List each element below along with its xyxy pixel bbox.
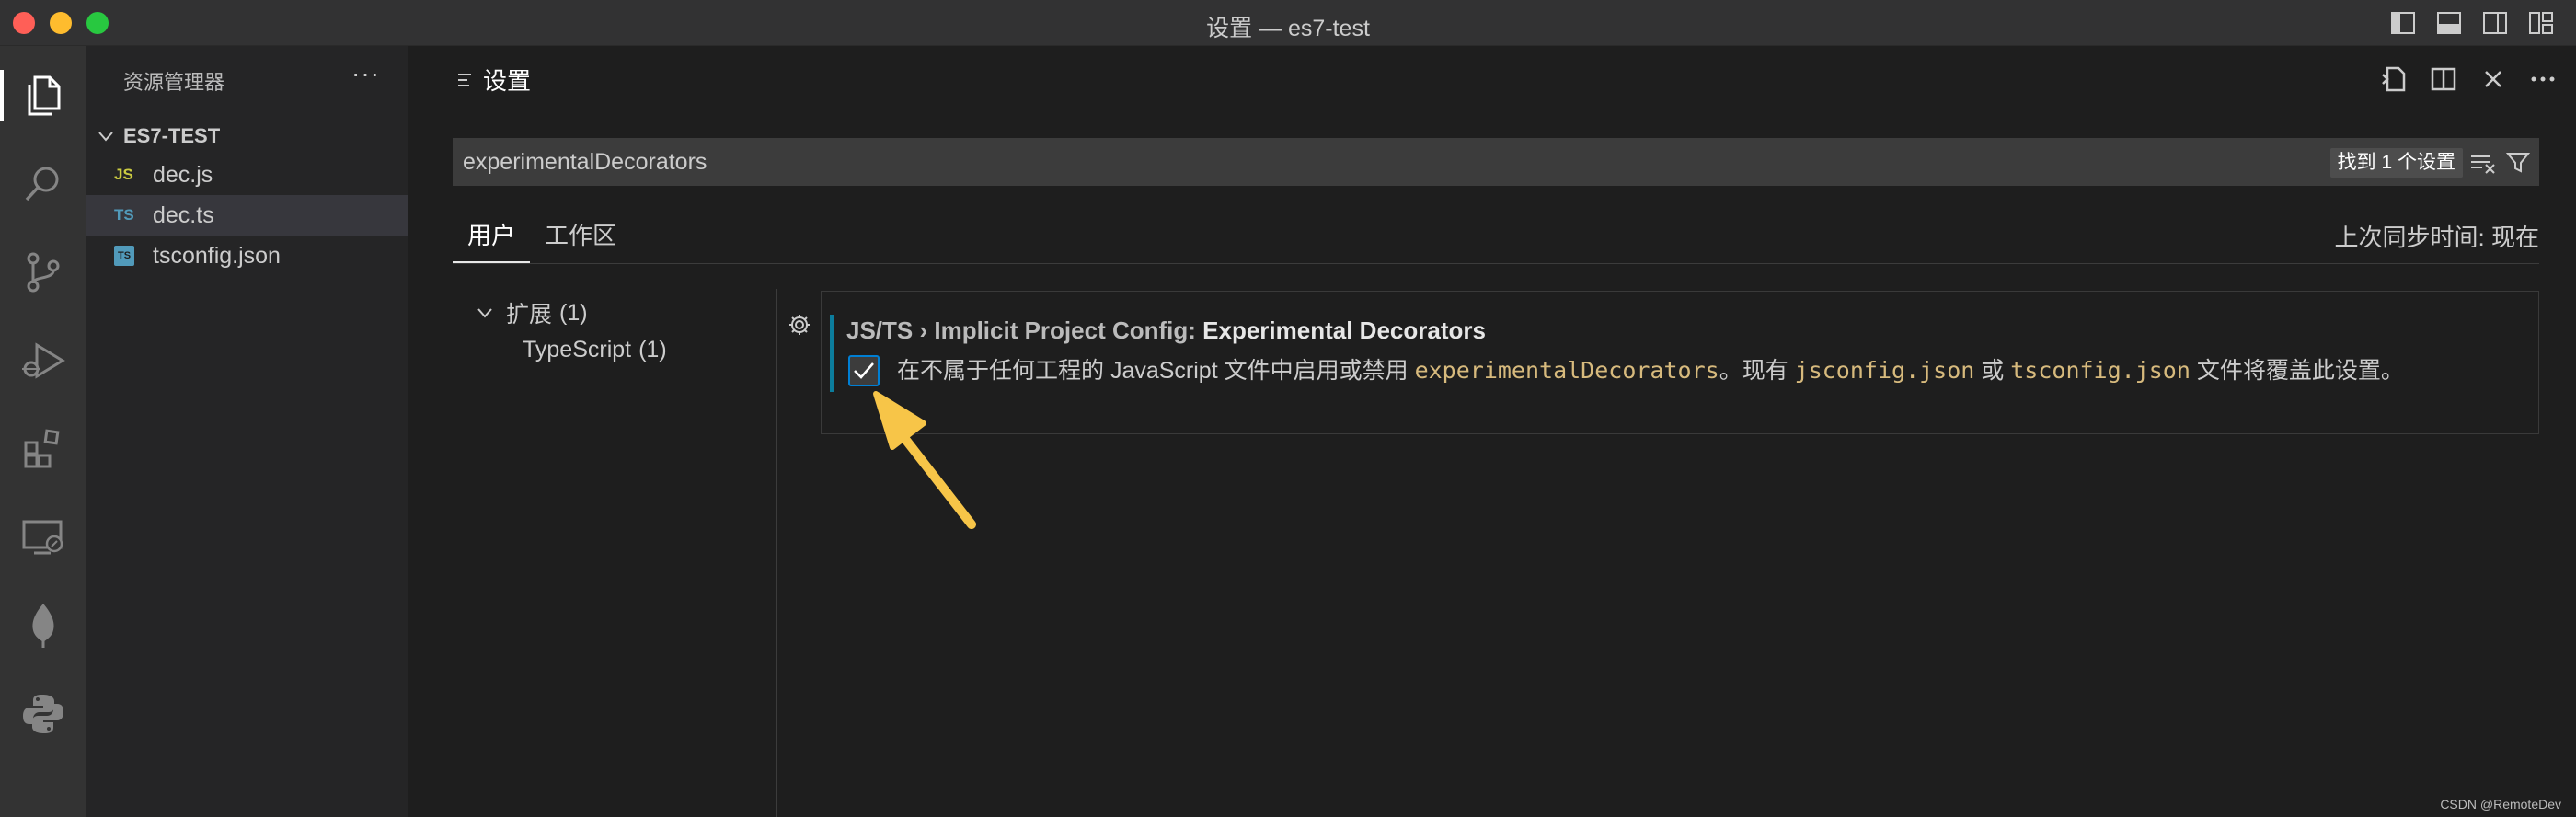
mongodb-icon[interactable] bbox=[0, 587, 86, 664]
editor-header: 设置 bbox=[408, 46, 2576, 116]
setting-description: 在不属于任何工程的 JavaScript 文件中启用或禁用 experiment… bbox=[897, 355, 2404, 386]
chevron-down-icon bbox=[98, 132, 113, 142]
tab-user[interactable]: 用户 bbox=[467, 217, 515, 251]
tab-settings-label: 设置 bbox=[483, 67, 532, 95]
file-name: dec.js bbox=[153, 161, 213, 188]
experimental-decorators-checkbox[interactable] bbox=[848, 355, 880, 386]
toc-typescript-label: TypeScript bbox=[523, 337, 632, 362]
typescript-file-icon: TS bbox=[114, 206, 134, 224]
more-actions-icon[interactable] bbox=[2528, 64, 2558, 94]
toggle-primary-sidebar-icon[interactable] bbox=[2388, 9, 2418, 37]
file-name: dec.ts bbox=[153, 201, 214, 228]
tab-settings[interactable]: 设置 bbox=[457, 63, 531, 97]
title-bar: 设置 — es7-test bbox=[0, 0, 2576, 46]
editor-actions bbox=[2379, 64, 2558, 94]
remote-explorer-icon[interactable] bbox=[0, 499, 86, 576]
clear-search-icon[interactable] bbox=[2468, 148, 2498, 178]
open-settings-json-icon[interactable] bbox=[2379, 64, 2409, 94]
setting-category: JS/TS › Implicit Project Config: bbox=[846, 316, 1203, 344]
annotation-arrow bbox=[873, 391, 976, 529]
folder-label: ES7-TEST bbox=[123, 124, 221, 147]
gear-icon[interactable] bbox=[788, 313, 811, 337]
tab-divider bbox=[453, 263, 2539, 264]
toc-extensions-count: (1) bbox=[559, 299, 588, 326]
sync-status: 上次同步时间: 现在 bbox=[2334, 224, 2539, 251]
explorer-more-actions-icon[interactable]: ··· bbox=[351, 59, 380, 88]
folder-es7-test[interactable]: ES7-TEST bbox=[96, 118, 220, 155]
setting-key: Experimental Decorators bbox=[1202, 316, 1486, 344]
file-dec-js[interactable]: JS dec.js bbox=[86, 155, 408, 195]
settings-search-input[interactable] bbox=[463, 139, 1843, 185]
settings-search-box: 找到 1 个设置 bbox=[453, 138, 2539, 186]
window-title: 设置 — es7-test bbox=[1206, 16, 1370, 41]
file-tsconfig-json[interactable]: TS tsconfig.json bbox=[86, 236, 408, 276]
activity-bar bbox=[0, 46, 86, 817]
watermark: CSDN @RemoteDev bbox=[2440, 797, 2561, 811]
layout-controls bbox=[2388, 9, 2556, 37]
toc-extensions[interactable]: 扩展 (1) bbox=[475, 296, 588, 329]
toc-separator bbox=[776, 289, 777, 817]
desc-text: 文件将覆盖此设置。 bbox=[2190, 358, 2404, 384]
toggle-panel-icon[interactable] bbox=[2434, 9, 2464, 37]
explorer-header: 资源管理器 bbox=[123, 71, 225, 94]
customize-layout-icon[interactable] bbox=[2526, 9, 2556, 37]
extensions-icon[interactable] bbox=[0, 410, 86, 488]
toc-typescript-count: (1) bbox=[638, 337, 667, 362]
desc-text: 或 bbox=[1974, 358, 2011, 384]
file-dec-ts[interactable]: TS dec.ts bbox=[86, 195, 408, 236]
setting-title: JS/TS › Implicit Project Config: Experim… bbox=[846, 316, 1486, 345]
python-icon[interactable] bbox=[0, 675, 86, 753]
modified-indicator bbox=[830, 315, 834, 392]
run-debug-icon[interactable] bbox=[0, 322, 86, 399]
code-experimental-decorators: experimentalDecorators bbox=[1414, 357, 1719, 384]
search-icon[interactable] bbox=[0, 145, 86, 223]
tab-workspace[interactable]: 工作区 bbox=[545, 217, 616, 251]
toc-typescript[interactable]: TypeScript (1) bbox=[523, 337, 667, 363]
desc-text: 。现有 bbox=[1719, 358, 1795, 384]
check-icon bbox=[854, 362, 874, 379]
desc-text: 在不属于任何工程的 JavaScript 文件中启用或禁用 bbox=[897, 358, 1415, 384]
filter-icon[interactable] bbox=[2503, 148, 2533, 178]
close-icon[interactable] bbox=[2478, 64, 2508, 94]
toc-extensions-label: 扩展 bbox=[506, 302, 553, 328]
source-control-icon[interactable] bbox=[0, 234, 86, 311]
files-icon[interactable] bbox=[0, 57, 86, 134]
chevron-down-icon bbox=[477, 308, 492, 318]
javascript-file-icon: JS bbox=[114, 166, 133, 183]
tsconfig-file-icon: TS bbox=[114, 246, 134, 266]
toggle-secondary-sidebar-icon[interactable] bbox=[2480, 9, 2510, 37]
code-tsconfig: tsconfig.json bbox=[2010, 357, 2191, 384]
file-name: tsconfig.json bbox=[153, 242, 281, 269]
settings-list-icon bbox=[458, 73, 471, 86]
explorer-sidebar: 资源管理器 ··· ES7-TEST JS dec.js TS dec.ts T… bbox=[86, 46, 408, 817]
split-editor-icon[interactable] bbox=[2429, 64, 2458, 94]
search-result-badge: 找到 1 个设置 bbox=[2329, 148, 2463, 178]
code-jsconfig: jsconfig.json bbox=[1794, 357, 1975, 384]
